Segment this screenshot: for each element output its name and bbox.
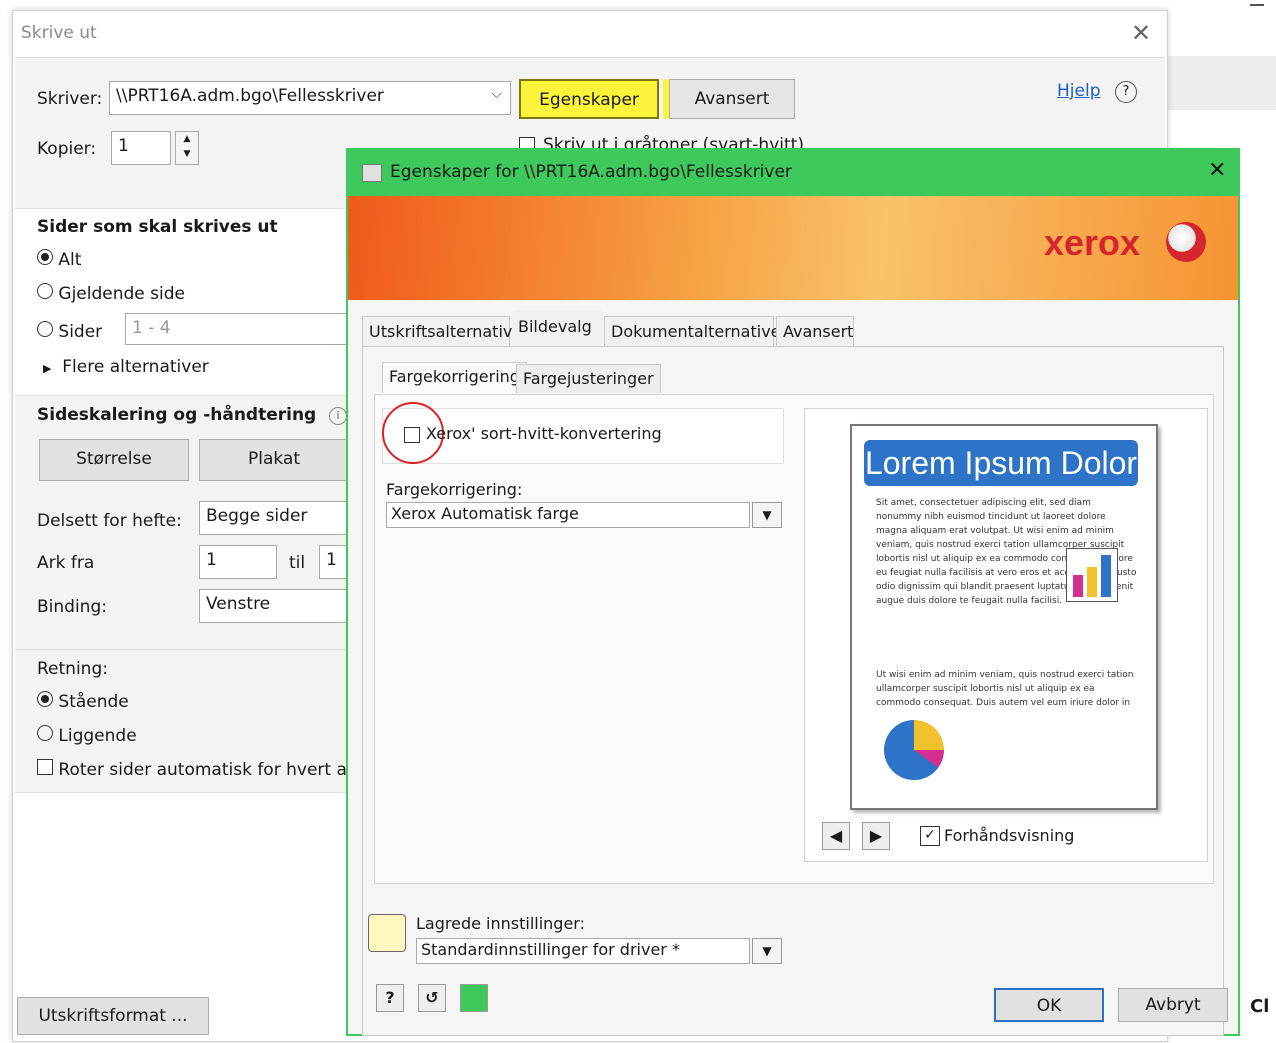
saved-settings-label: Lagrede innstillinger: — [416, 914, 585, 933]
close-icon[interactable]: ✕ — [1208, 158, 1226, 183]
subtab-color-adjustments[interactable]: Fargejusteringer — [516, 364, 661, 393]
bw-conversion-label: Xerox' sort-hvitt-konvertering — [426, 424, 662, 443]
saved-settings-select[interactable]: Standardinnstillinger for driver * — [416, 938, 750, 964]
copies-input[interactable]: 1 — [111, 131, 171, 165]
properties-button[interactable]: Egenskaper — [519, 79, 659, 119]
pie-chart-icon — [884, 720, 944, 780]
preview-checkbox[interactable]: ✓ — [920, 826, 940, 846]
background-partial-text: Cl — [1250, 996, 1270, 1017]
saved-settings-icon — [368, 914, 406, 952]
checkbox-icon — [37, 759, 53, 775]
printer-icon — [362, 164, 382, 182]
option-pages-label: Sider — [58, 322, 103, 342]
xerox-title-bar: Egenskaper for \\PRT16A.adm.bgo\Fellessk… — [348, 150, 1238, 196]
advanced-button[interactable]: Avansert — [669, 79, 795, 119]
tab-advanced[interactable]: Avansert — [776, 316, 854, 346]
tab-print-options[interactable]: Utskriftsalternativer — [362, 316, 529, 346]
close-icon[interactable]: ✕ — [1131, 19, 1151, 47]
printer-select-value: \\PRT16A.adm.bgo\Fellesskriver — [116, 86, 384, 106]
sheets-to-label: til — [289, 553, 306, 573]
radio-icon — [37, 725, 53, 741]
printer-label: Skriver: — [37, 89, 103, 109]
landscape-label: Liggende — [58, 726, 137, 746]
option-portrait[interactable]: Stående — [37, 691, 129, 712]
subtab-color-correction[interactable]: Fargekorrigering — [382, 362, 527, 393]
radio-icon — [37, 321, 53, 337]
sheets-to-input[interactable]: 1 — [319, 545, 349, 579]
more-options[interactable]: ▶ Flere alternativer — [43, 357, 209, 377]
background-mark — [1250, 4, 1264, 6]
chevron-down-icon[interactable]: ▼ — [752, 938, 782, 964]
preview-title: Lorem Ipsum Dolor — [864, 440, 1138, 486]
copies-label: Kopier: — [37, 139, 97, 159]
radio-icon — [37, 249, 53, 265]
color-correction-select[interactable]: Xerox Automatisk farge — [386, 502, 750, 528]
auto-rotate-label: Roter sider automatisk for hvert ark — [58, 760, 364, 780]
xerox-sphere-icon — [1166, 222, 1206, 262]
xerox-logo: xerox — [1044, 222, 1141, 263]
radio-icon — [37, 691, 53, 707]
binding-label: Binding: — [37, 597, 107, 617]
status-icon[interactable] — [460, 984, 488, 1012]
xerox-title: Egenskaper for \\PRT16A.adm.bgo\Fellessk… — [390, 162, 792, 182]
bw-conversion-checkbox[interactable] — [404, 427, 420, 443]
print-dialog-title: Skrive ut — [21, 23, 97, 43]
cancel-button[interactable]: Avbryt — [1118, 988, 1228, 1022]
option-landscape[interactable]: Liggende — [37, 725, 137, 746]
binding-select[interactable]: Venstre — [199, 589, 349, 623]
copies-stepper[interactable]: ▲ ▼ — [175, 131, 199, 165]
printer-select[interactable]: \\PRT16A.adm.bgo\Fellesskriver ⌵ — [109, 81, 511, 115]
preview-paragraph-2: Ut wisi enim ad minim veniam, quis nostr… — [876, 670, 1134, 708]
preview-next-button[interactable]: ▶ — [862, 822, 890, 850]
booklet-select[interactable]: Begge sider — [199, 501, 349, 535]
chevron-down-icon[interactable]: ▼ — [752, 502, 782, 528]
option-pages[interactable]: Sider — [37, 321, 102, 342]
option-current-page[interactable]: Gjeldende side — [37, 283, 185, 304]
radio-icon — [37, 283, 53, 299]
option-current-label: Gjeldende side — [58, 284, 185, 304]
help-link[interactable]: Hjelp — [1057, 81, 1100, 101]
chevron-down-icon: ⌵ — [491, 86, 502, 102]
orientation-label: Retning: — [37, 659, 108, 679]
size-button[interactable]: Størrelse — [39, 439, 189, 481]
print-format-button[interactable]: Utskriftsformat ... — [17, 997, 209, 1035]
sheets-from-input[interactable]: 1 — [199, 545, 277, 579]
booklet-label: Delsett for hefte: — [37, 511, 182, 531]
preview-checkbox-label: Forhåndsvisning — [944, 826, 1075, 845]
more-options-label: Flere alternativer — [62, 357, 209, 377]
reset-icon[interactable]: ↺ — [418, 984, 446, 1012]
auto-rotate[interactable]: Roter sider automatisk for hvert ark — [37, 759, 364, 780]
scaling-heading: Sideskalering og -håndtering — [37, 405, 317, 425]
portrait-label: Stående — [58, 692, 129, 712]
tab-image-options[interactable]: Bildevalg — [512, 310, 602, 348]
help-question-icon[interactable]: ? — [376, 984, 404, 1012]
ok-button[interactable]: OK — [994, 988, 1104, 1022]
caret-right-icon: ▶ — [43, 362, 52, 375]
poster-button[interactable]: Plakat — [199, 439, 349, 481]
color-correction-label: Fargekorrigering: — [386, 480, 523, 499]
xerox-properties-dialog: Egenskaper for \\PRT16A.adm.bgo\Fellessk… — [346, 148, 1240, 1036]
option-all[interactable]: Alt — [37, 249, 81, 270]
tab-document-options[interactable]: Dokumentalternativer — [604, 316, 787, 346]
info-icon[interactable]: i — [329, 407, 347, 425]
pages-range-input[interactable]: 1 - 4 — [125, 313, 351, 345]
xerox-banner: xerox — [348, 196, 1238, 300]
option-all-label: Alt — [58, 250, 82, 270]
background-window-strip — [1168, 56, 1276, 110]
sheets-label: Ark fra — [37, 553, 95, 573]
pages-heading: Sider som skal skrives ut — [37, 217, 278, 237]
bar-chart-icon — [1066, 548, 1118, 602]
preview-prev-button[interactable]: ◀ — [822, 822, 850, 850]
help-icon[interactable]: ? — [1115, 81, 1137, 103]
